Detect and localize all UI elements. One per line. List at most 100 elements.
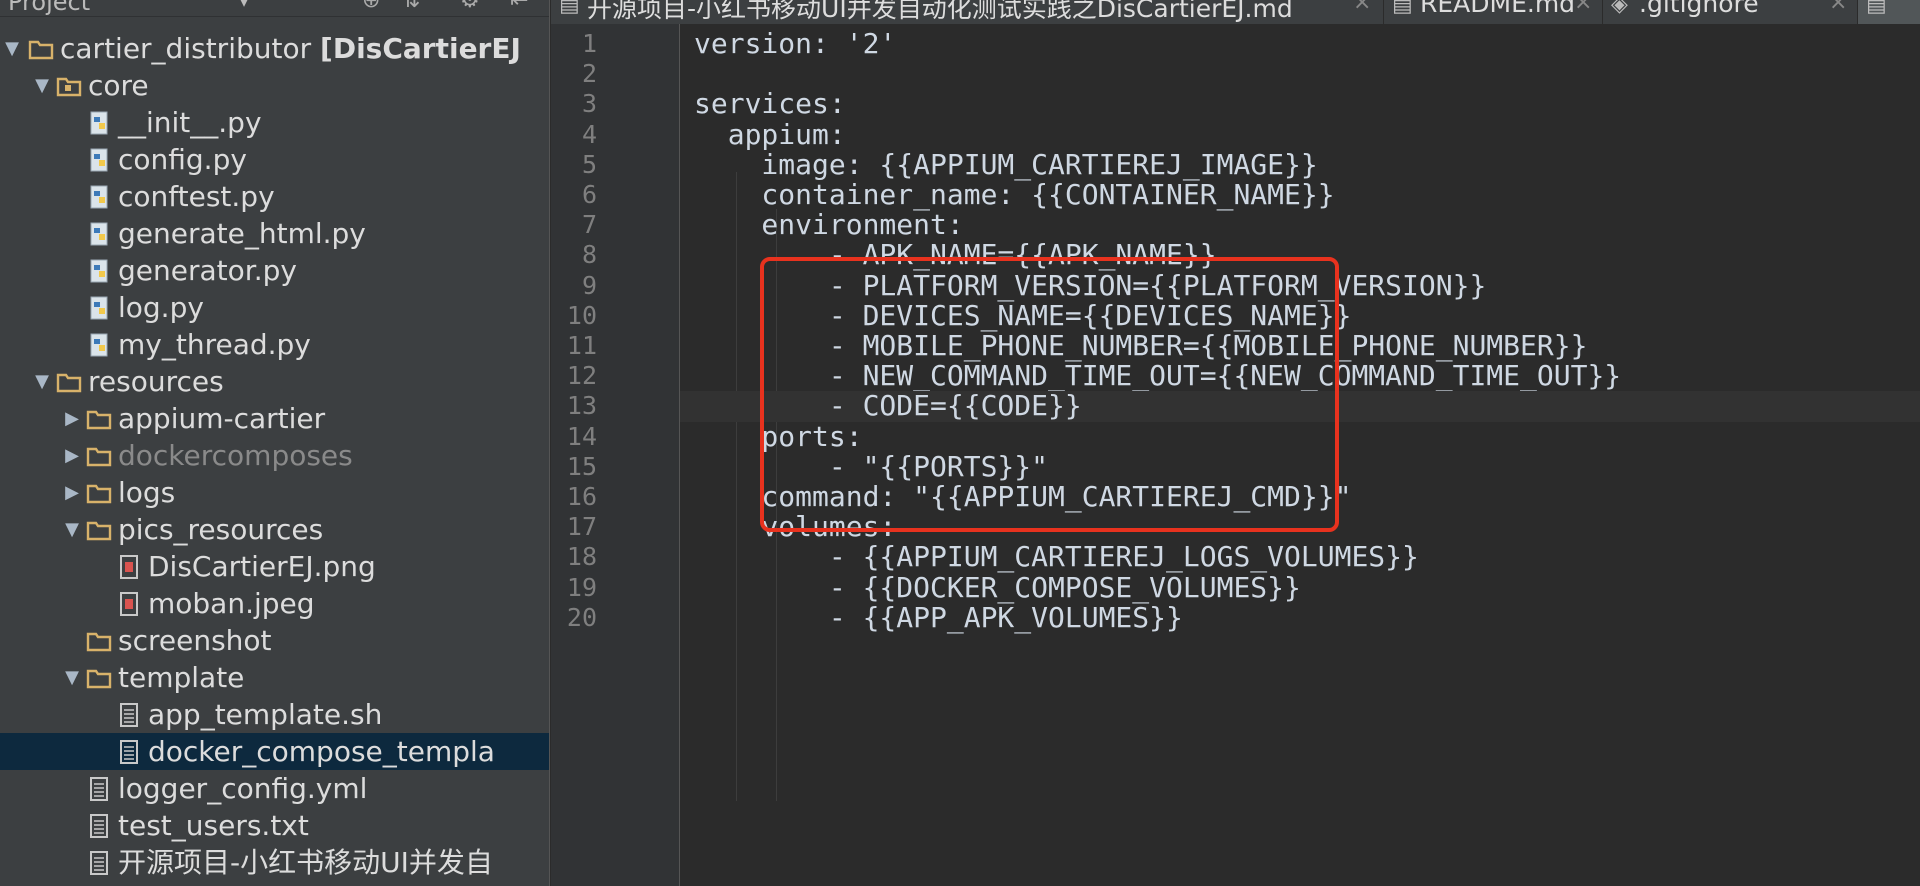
tree-item[interactable]: logger_config.yml [0,770,549,807]
code-line[interactable]: image: {{APPIUM_CARTIEREJ_IMAGE}} [694,149,1317,180]
tree-item-text: DisCartierEJ.png [148,550,376,583]
tab-gitignore[interactable]: ◈ .gitignore × [1603,0,1858,24]
line-number: 20 [566,602,597,632]
tree-item[interactable]: ▶ dockercomposes [0,437,549,474]
text-file-icon [90,777,108,801]
collapse-arrow-icon[interactable]: ▶ [60,400,84,437]
tab-label: .gitignore [1639,0,1759,18]
target-icon[interactable]: ⊕ [362,0,380,13]
text-file-icon [90,814,108,838]
tree-item[interactable]: app_template.sh [0,696,549,733]
expand-arrow-icon[interactable]: ▼ [30,363,54,400]
tree-item[interactable]: ▶ logs [0,474,549,511]
tree-item-label: conftest.py [118,178,275,215]
tree-item-text: generator.py [118,254,297,287]
tree-item[interactable]: generator.py [0,252,549,289]
close-icon[interactable]: × [1829,0,1847,15]
tree-item-label: 开源项目-小红书移动UI并发自 [118,844,493,881]
line-number: 12 [566,361,597,391]
line-number: 15 [566,451,597,481]
python-file-icon [90,111,108,135]
tree-item-text: pics_resources [118,513,324,546]
code-line[interactable]: container_name: {{CONTAINER_NAME}} [694,179,1334,210]
code-line[interactable]: - {{APPIUM_CARTIEREJ_LOGS_VOLUMES}} [694,542,1419,572]
expand-arrow-icon[interactable]: ▼ [30,67,54,104]
code-line[interactable]: version: '2' [694,28,896,59]
tree-item[interactable]: log.py [0,289,549,326]
tree-item-text: moban.jpeg [148,587,315,620]
line-number: 5 [581,149,597,179]
tree-item[interactable]: ▼ resources [0,363,549,400]
tree-item-label: DisCartierEJ.png [148,548,376,585]
hide-panel-icon[interactable]: ⇤ [510,0,528,13]
tree-item[interactable]: ▼ core [0,67,549,104]
line-number: 4 [581,119,597,149]
close-icon[interactable]: × [1574,0,1592,15]
tree-item-label: moban.jpeg [148,585,315,622]
folder-icon [56,373,82,393]
tree-item[interactable]: conftest.py [0,178,549,215]
python-file-icon [90,222,108,246]
python-file-icon [90,333,108,357]
tree-item[interactable]: ▼ cartier_distributor [DisCartierEJ [0,30,549,67]
tree-item-label: log.py [118,289,204,326]
tree-item-text: 开源项目-小红书移动UI并发自 [118,846,493,879]
code-line[interactable]: - {{APP_APK_VOLUMES}} [694,602,1183,633]
line-number: 1 [581,29,597,58]
tree-item[interactable]: my_thread.py [0,326,549,363]
tree-item[interactable]: ▼ pics_resources [0,511,549,548]
code-line[interactable]: - {{DOCKER_COMPOSE_VOLUMES}} [694,572,1301,603]
line-number: 14 [566,421,597,451]
collapse-icon[interactable]: ⇅ [402,0,420,13]
tree-item-label: config.py [118,141,247,178]
tree-item-label: cartier_distributor [DisCartierEJ [60,30,521,67]
tree-item-label: generate_html.py [118,215,366,252]
tree-item-label: resources [88,363,224,400]
tree-item[interactable]: moban.jpeg [0,585,549,622]
tree-item-label: dockercomposes [118,437,353,474]
environment-highlight-box [760,257,1339,532]
tree-item[interactable]: DisCartierEJ.png [0,548,549,585]
tree-item-label: logger_config.yml [118,770,367,807]
expand-arrow-icon[interactable]: ▼ [60,511,84,548]
tree-item[interactable]: __init__.py [0,104,549,141]
tree-item[interactable]: generate_html.py [0,215,549,252]
code-line[interactable]: appium: [694,119,846,150]
tree-item-text: template [118,661,245,694]
code-editor[interactable]: 1 version: '2' 2 3 services: 4 appium: 5 image… [551,24,1920,886]
code-line[interactable]: services: [694,89,846,119]
tab-label: 开源项目-小红书移动UI并发自动化测试实践之DisCartierEJ.md [587,0,1293,23]
line-number: 19 [566,572,597,602]
tree-item-label: __init__.py [118,104,262,141]
line-number: 11 [566,331,597,360]
tab-docker-compose-template[interactable]: ▤ [1858,0,1920,24]
line-number: 6 [581,180,597,209]
tree-item[interactable]: docker_compose_templa [0,733,549,770]
tree-item[interactable]: config.py [0,141,549,178]
folder-icon [86,632,112,652]
expand-arrow-icon[interactable]: ▼ [0,30,24,67]
text-file-icon [90,851,108,875]
tab-label: README.md [1420,0,1576,18]
chevron-down-icon[interactable]: ▾ [240,0,248,11]
tree-item[interactable]: test_users.txt [0,807,549,844]
gear-icon[interactable]: ⚙ [460,0,480,13]
collapse-arrow-icon[interactable]: ▶ [60,474,84,511]
collapse-arrow-icon[interactable]: ▶ [60,437,84,474]
tree-item[interactable]: ▼ template [0,659,549,696]
tab-discartierej-md[interactable]: ▤ 开源项目-小红书移动UI并发自动化测试实践之DisCartierEJ.md … [551,0,1384,24]
file-icon: ▤ [1866,0,1887,17]
tree-item-text: core [88,69,149,102]
tree-item[interactable]: 开源项目-小红书移动UI并发自 [0,844,549,881]
tree-item[interactable]: ▶ appium-cartier [0,400,549,437]
image-file-icon [120,555,138,579]
tab-readme-md[interactable]: ▤ README.md × [1384,0,1603,24]
project-panel-title[interactable]: Project [8,0,90,16]
tree-item[interactable]: screenshot [0,622,549,659]
tree-item-label: app_template.sh [148,696,382,733]
code-line[interactable]: environment: [694,209,963,240]
close-icon[interactable]: × [1353,0,1371,15]
expand-arrow-icon[interactable]: ▼ [60,659,84,696]
tree-item-label: screenshot [118,622,272,659]
line-number: 16 [566,482,597,511]
